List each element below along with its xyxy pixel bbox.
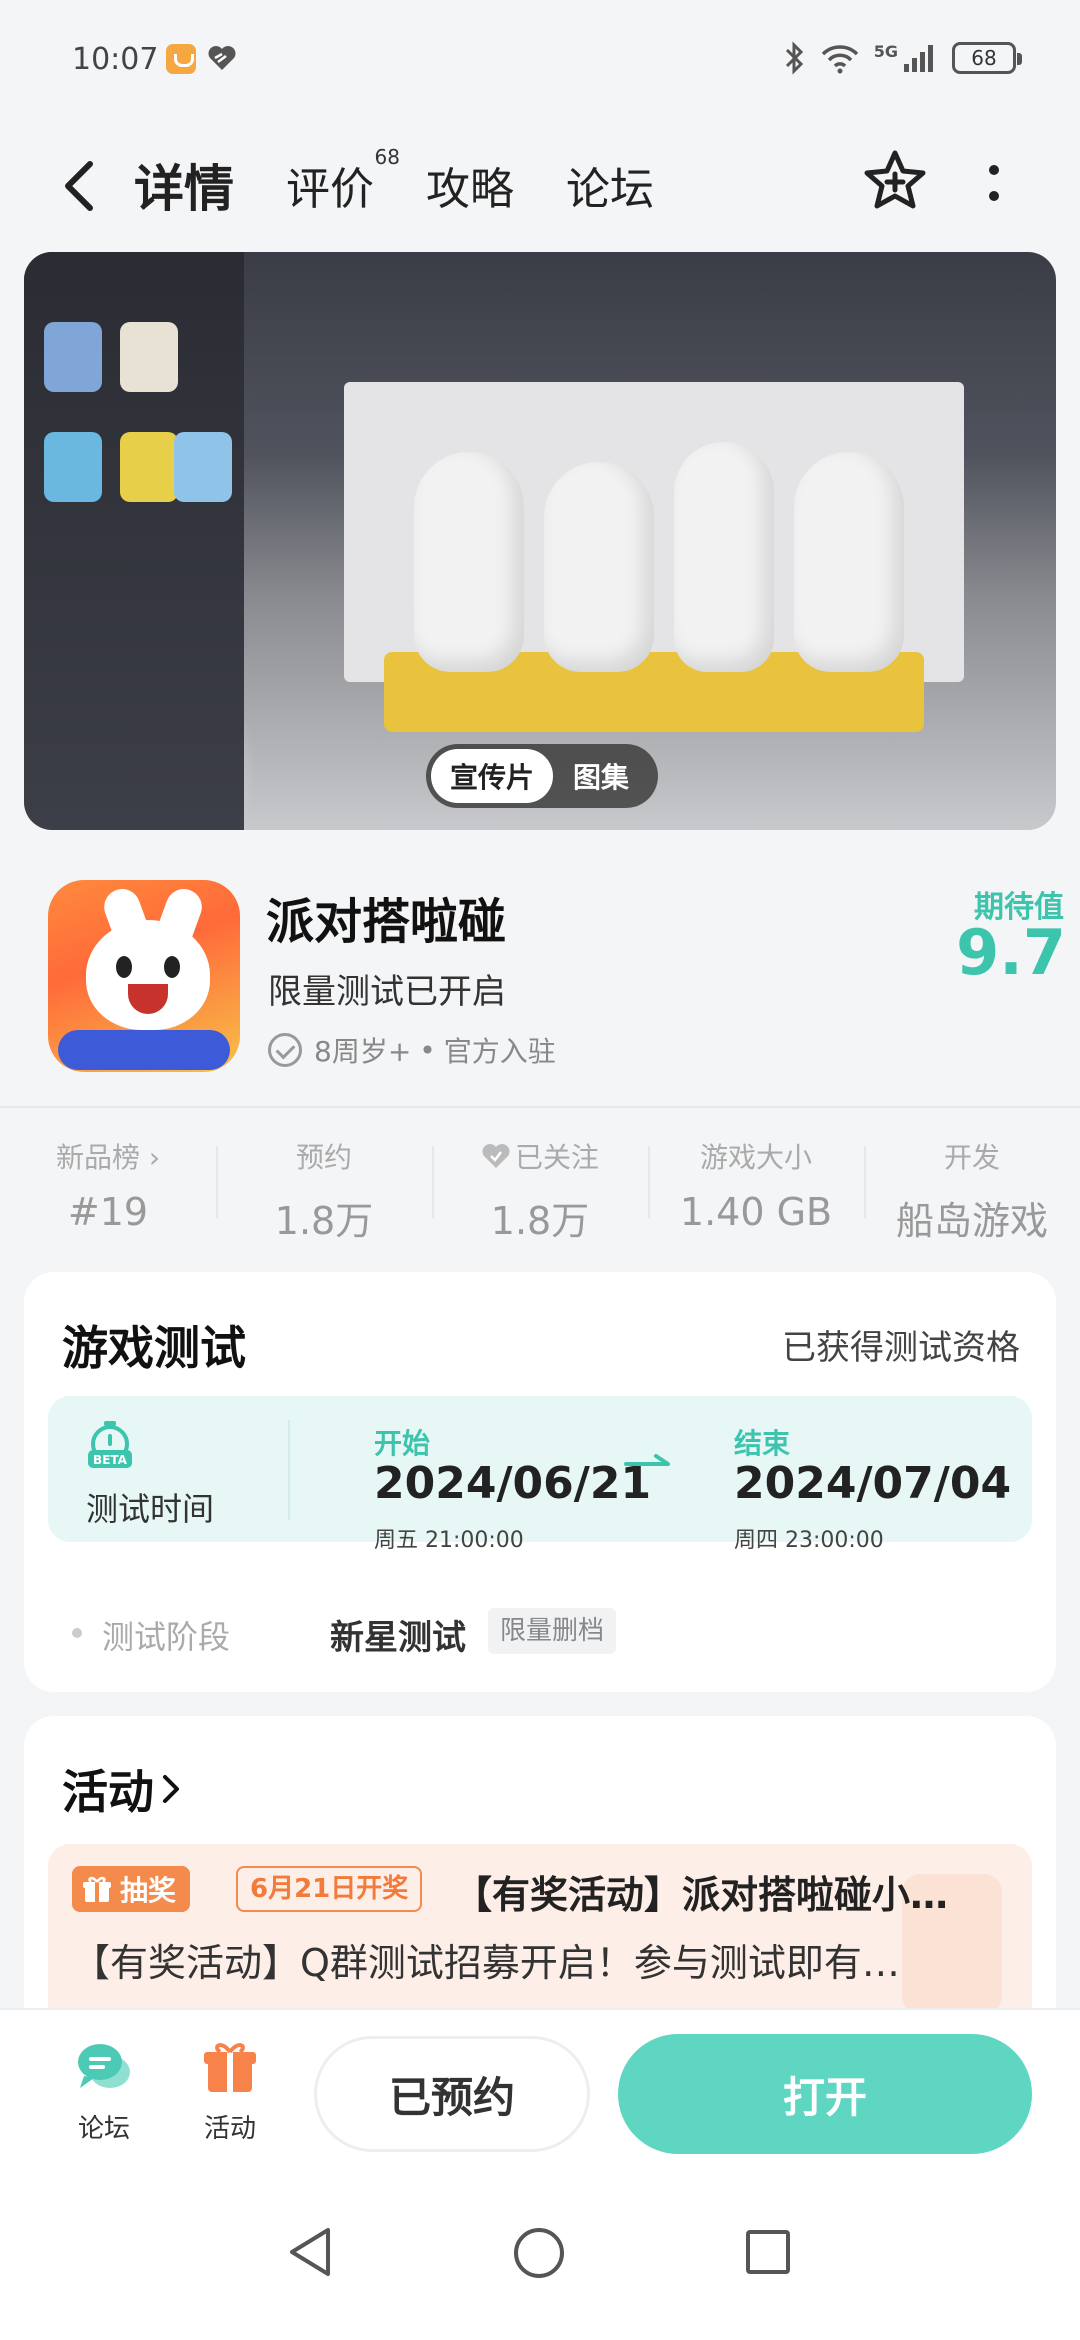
toggle-gallery[interactable]: 图集 (553, 749, 649, 803)
more-menu-icon[interactable] (984, 160, 1004, 208)
forum-shortcut[interactable]: 论坛 (54, 2038, 154, 2145)
stat-ranking[interactable]: 新品榜 › #19 (0, 1120, 216, 1250)
status-time: 10:07 (72, 42, 159, 77)
arrow-right-icon (624, 1454, 670, 1466)
system-nav-bar (0, 2172, 1080, 2340)
start-label: 开始 (374, 1427, 431, 1460)
signal-5g-label: 5G (873, 41, 898, 61)
nav-tabs: 详情 评价 68 攻略 论坛 (128, 140, 706, 230)
expectation-score: 9.7 (956, 916, 1066, 989)
divider (288, 1420, 290, 1520)
tab-forum[interactable]: 论坛 (566, 153, 654, 217)
status-bar: 10:07 5G 68 (0, 0, 1080, 120)
battery-icon: 68 (952, 42, 1022, 74)
notification-heart-icon (208, 46, 236, 70)
media-figure (794, 452, 904, 672)
bottom-action-bar: 论坛 活动 已预约 打开 (0, 2008, 1080, 2172)
bluetooth-icon (785, 41, 803, 75)
svg-text:BETA: BETA (93, 1453, 128, 1467)
reviews-count-badge: 68 (374, 145, 400, 169)
gift-icon (83, 1876, 111, 1902)
stats-row: 新品榜 › #19 预约 1.8万 已关注 1.8万 游戏大小 1.40 GB … (0, 1120, 1080, 1250)
divider (0, 1106, 1080, 1108)
wifi-icon (821, 45, 858, 74)
test-qualification-status: 已获得测试资格 (782, 1328, 1020, 1368)
toggle-trailer[interactable]: 宣传片 (431, 749, 553, 803)
lottery-badge: 抽奖 (72, 1866, 191, 1912)
meta-separator: • (419, 1033, 436, 1067)
test-time-box: BETA 测试时间 开始 2024/06/21 周五 21:00:00 结束 2… (48, 1396, 1032, 1553)
start-time: 周五 21:00:00 (374, 1528, 524, 1553)
official-label: 官方入驻 (443, 1035, 556, 1068)
stat-developer[interactable]: 开发 船岛游戏 (864, 1120, 1080, 1250)
game-app-icon (48, 880, 240, 1072)
media-background-shelf (24, 252, 244, 830)
activity-description: 【有奖活动】Q群测试招募开启！参与测试即有… (72, 1941, 900, 1985)
game-subtitle: 限量测试已开启 (268, 972, 506, 1012)
chevron-right-icon (163, 1775, 179, 1803)
age-rating: 8周岁+ (314, 1035, 412, 1068)
bullet-dot (72, 1628, 82, 1638)
beta-timer-icon: BETA (88, 1421, 132, 1468)
end-date: 2024/07/04 (734, 1458, 1012, 1509)
tab-reviews[interactable]: 评价 68 (286, 145, 400, 217)
system-home-icon[interactable] (514, 2228, 564, 2278)
reserved-button[interactable]: 已预约 (314, 2036, 590, 2152)
media-figure (674, 442, 774, 672)
media-figure (414, 452, 524, 672)
tab-details[interactable]: 详情 (128, 149, 240, 221)
draw-date-badge: 6月21日开奖 (236, 1866, 423, 1912)
stat-followers[interactable]: 已关注 1.8万 (432, 1120, 648, 1250)
test-phase-tag: 限量删档 (488, 1608, 617, 1654)
test-time-label: 测试时间 (86, 1490, 215, 1528)
activity-shortcut[interactable]: 活动 (180, 2038, 280, 2145)
open-game-button[interactable]: 打开 (618, 2034, 1032, 2154)
test-card-title: 游戏测试 (62, 1321, 246, 1375)
stat-game-size: 游戏大小 1.40 GB (648, 1120, 864, 1250)
game-title: 派对搭啦碰 (266, 894, 507, 950)
system-back-icon[interactable] (286, 2224, 336, 2280)
media-toggle: 宣传片 图集 (426, 744, 658, 808)
signal-icon (904, 45, 933, 72)
system-recents-icon[interactable] (746, 2230, 790, 2274)
activity-section-header[interactable]: 活动 (62, 1756, 180, 1822)
back-arrow-icon[interactable] (58, 158, 102, 214)
check-circle-icon (268, 1033, 302, 1067)
status-indicators: 5G 68 (784, 36, 1022, 80)
notification-app-icon (166, 44, 196, 74)
activity-title: 活动 (62, 1765, 154, 1819)
battery-level: 68 (971, 46, 997, 70)
start-date: 2024/06/21 (374, 1458, 652, 1509)
top-nav: 详情 评价 68 攻略 论坛 (0, 120, 1080, 250)
end-label: 结束 (734, 1427, 791, 1460)
activity-card: 活动 抽奖 6月21日开奖 【有奖活动】派对搭啦碰小… 【有奖活动】Q群测试招募… (24, 1716, 1056, 2044)
game-meta: 8周岁+ • 官方入驻 (268, 1030, 556, 1070)
gift-icon (204, 2043, 256, 2092)
forum-chat-icon (78, 2044, 130, 2088)
end-time: 周四 23:00:00 (734, 1528, 884, 1553)
activity-headline: 【有奖活动】派对搭啦碰小… (454, 1873, 949, 1917)
test-phase-label: 测试阶段 (102, 1618, 231, 1656)
test-phase-value: 新星测试 (330, 1618, 466, 1658)
heart-check-icon (482, 1144, 510, 1168)
favorite-star-icon[interactable] (862, 148, 928, 214)
game-test-card: 游戏测试 已获得测试资格 BETA 测试时间 开始 2024/06/21 周五 … (24, 1272, 1056, 1692)
media-figure (544, 462, 654, 672)
stat-reservations: 预约 1.8万 (216, 1120, 432, 1250)
tab-guides[interactable]: 攻略 (426, 153, 514, 217)
promo-media[interactable]: 宣传片 图集 (24, 252, 1056, 830)
